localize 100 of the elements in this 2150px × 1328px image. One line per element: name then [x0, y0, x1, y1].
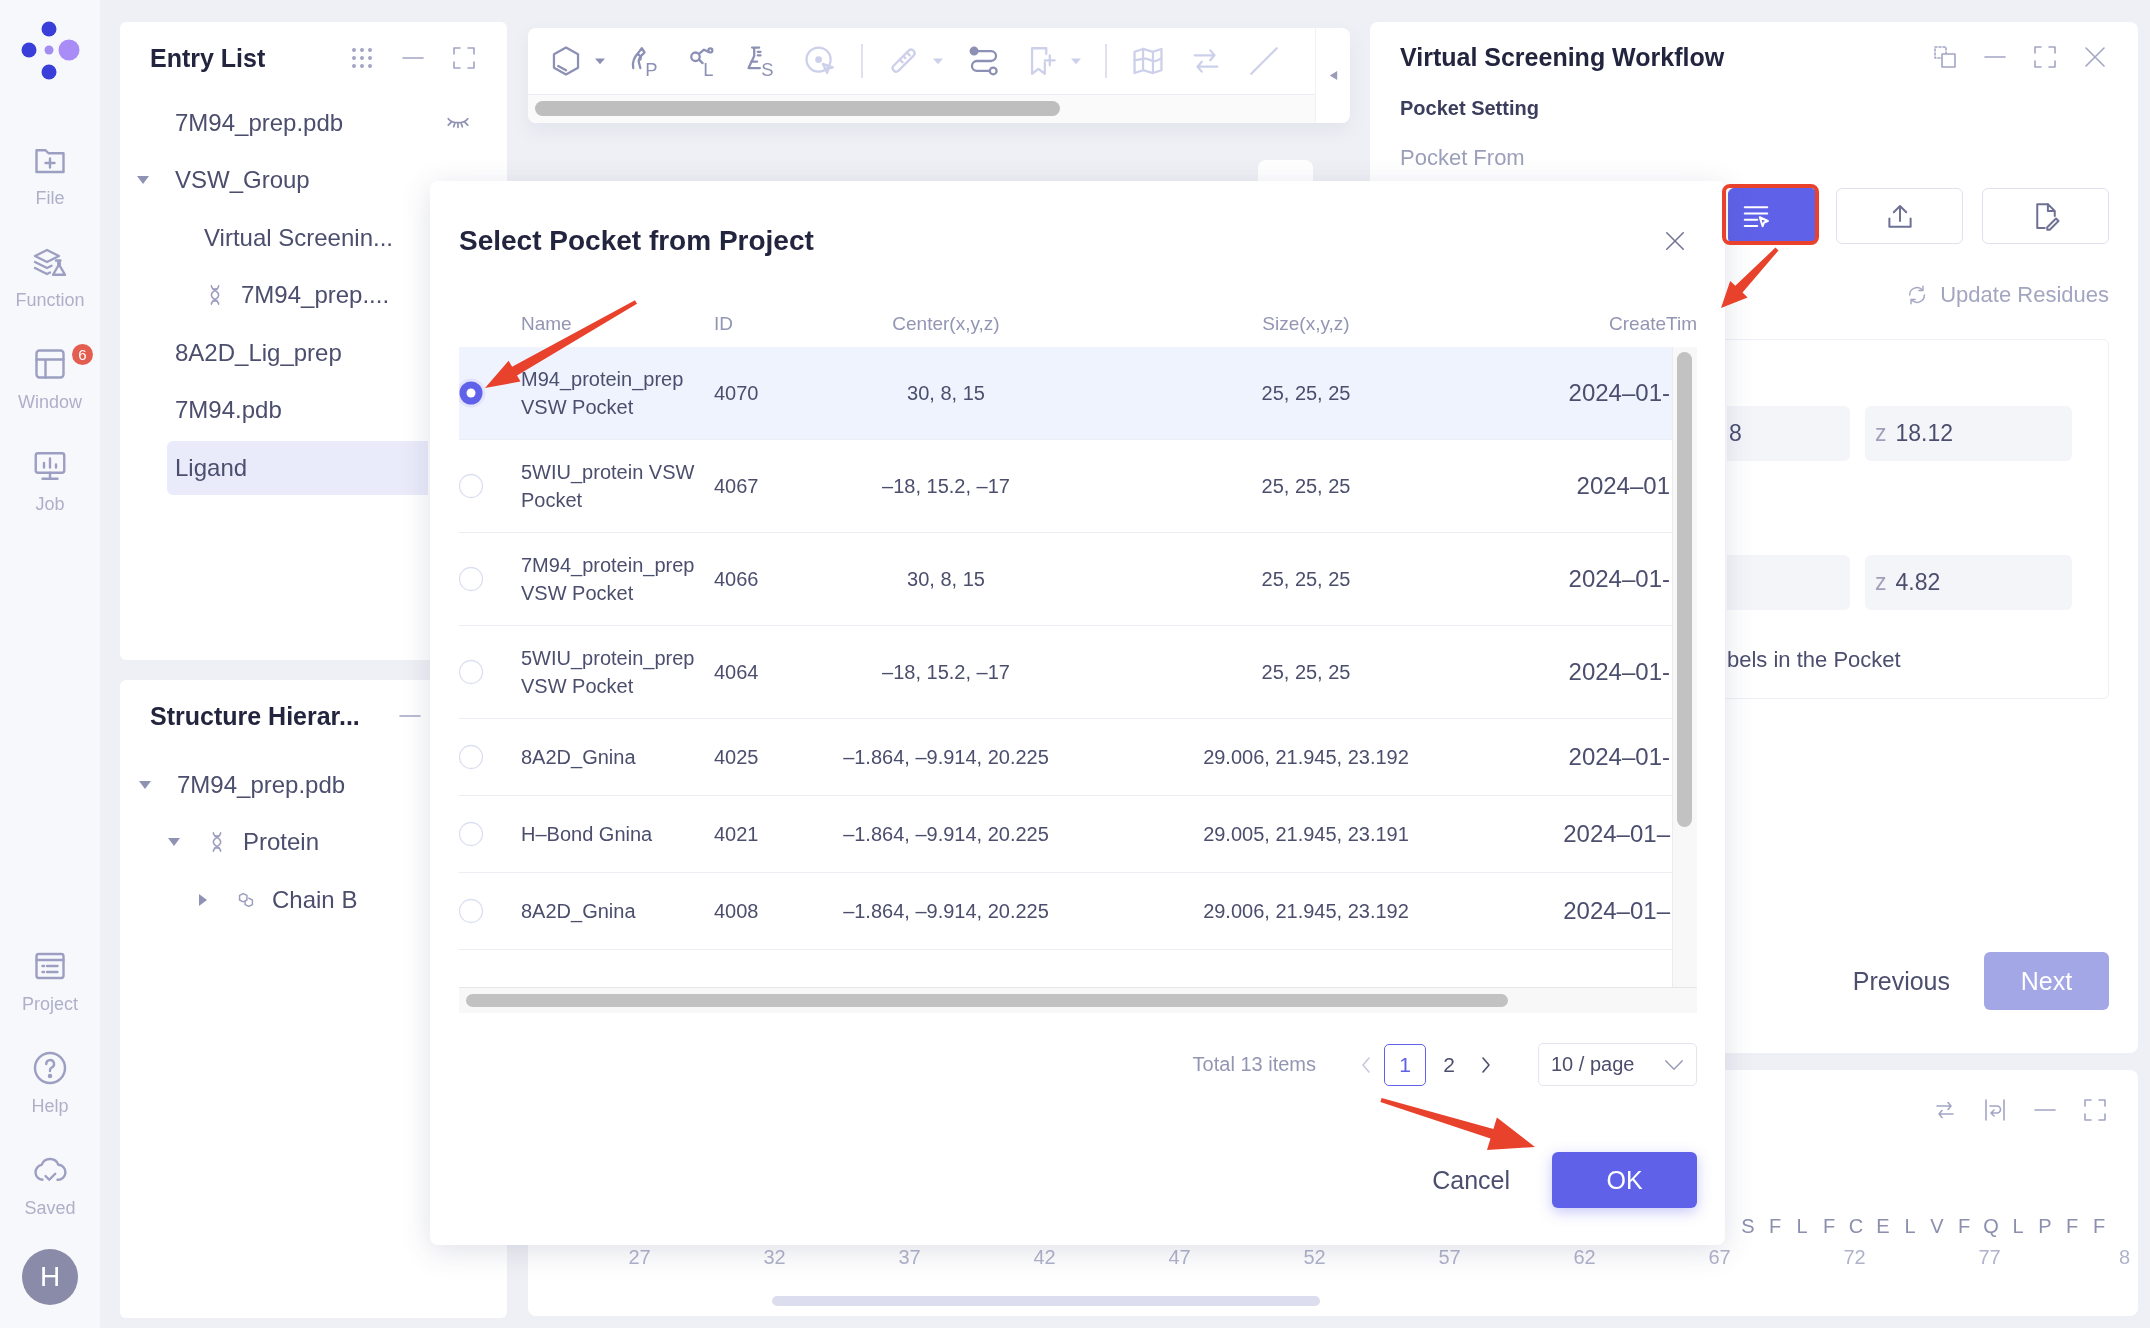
- table-row[interactable]: M94_protein_prep VSW Pocket 4070 30, 8, 15 25, 25, 25 2024–01-: [459, 347, 1672, 440]
- sidebar-item[interactable]: Function: [15, 244, 85, 311]
- residue-letter[interactable]: F: [2058, 1214, 2086, 1238]
- residue-letter[interactable]: E: [1869, 1214, 1897, 1238]
- table-cell-text: 25, 25, 25: [1260, 474, 1352, 499]
- fullscreen-icon[interactable]: [452, 46, 476, 70]
- source-option[interactable]: [1728, 188, 1817, 244]
- tree-item[interactable]: Ligand: [167, 440, 428, 495]
- tree-item[interactable]: Virtual Screenin...: [196, 210, 428, 265]
- tree-item[interactable]: Chain B: [227, 872, 428, 927]
- table-cell-text: 5WIU_protein VSW Pocket: [521, 460, 696, 513]
- table-row[interactable]: 8A2D_Gnina 4025 –1.864, –9.914, 20.225 29.006, 21.945, 23.192 2024–01-: [459, 719, 1672, 796]
- residue-letter[interactable]: L: [1896, 1214, 1924, 1238]
- radio-button[interactable]: [459, 819, 486, 849]
- residue-letter[interactable]: L: [1788, 1214, 1816, 1238]
- copy-window-icon[interactable]: [1933, 45, 1957, 69]
- scrollbar[interactable]: [772, 1296, 1320, 1306]
- table-cell-text: 25, 25, 25: [1260, 660, 1352, 685]
- residue-letter[interactable]: F: [2085, 1214, 2113, 1238]
- tree-item[interactable]: Protein: [198, 815, 428, 870]
- coordinate-field[interactable]: 8: [1727, 406, 1850, 461]
- coordinate-field[interactable]: z 18.12: [1865, 406, 2072, 461]
- ruler-number: 37: [897, 1245, 922, 1269]
- drag-dots-icon[interactable]: [350, 46, 374, 70]
- residue-letter[interactable]: S: [1734, 1214, 1762, 1238]
- annotation-arrow: [1721, 247, 1779, 308]
- scrollbar[interactable]: [1677, 352, 1692, 827]
- ok-button[interactable]: OK: [1552, 1152, 1697, 1208]
- page-number[interactable]: 2: [1428, 1043, 1470, 1086]
- radio-button[interactable]: [459, 742, 486, 772]
- table-row[interactable]: H–Bond Gnina 4021 –1.864, –9.914, 20.225 29.005, 21.945, 23.191 2024–01–: [459, 796, 1672, 873]
- tree-item[interactable]: 7M94_prep....: [196, 268, 428, 323]
- table-cell-text: –1.864, –9.914, 20.225: [842, 899, 1050, 924]
- scrollbar[interactable]: [535, 101, 1060, 116]
- radio-button[interactable]: [459, 564, 486, 594]
- sidebar-item[interactable]: Help: [31, 1050, 69, 1117]
- residue-letter[interactable]: C: [1842, 1214, 1870, 1238]
- ruler-number: 42: [1032, 1245, 1057, 1269]
- caret-down-icon[interactable]: [595, 56, 605, 66]
- ruler-number: 8: [2117, 1245, 2132, 1269]
- table-cell-text: 4070: [714, 381, 760, 406]
- close-icon[interactable]: [1664, 230, 1686, 252]
- sidebar-item[interactable]: File: [32, 142, 68, 209]
- coordinate-field[interactable]: [1727, 555, 1850, 610]
- sidebar-item[interactable]: Project: [22, 948, 78, 1015]
- table-cell-text: –1.864, –9.914, 20.225: [842, 745, 1050, 770]
- table-cell-text: 8A2D_Gnina: [521, 899, 637, 925]
- table-row[interactable]: 8A2D_Gnina 4008 –1.864, –9.914, 20.225 29.006, 21.945, 23.192 2024–01–: [459, 873, 1672, 950]
- close-icon[interactable]: [2083, 45, 2107, 69]
- table-cell-text: –18, 15.2, –17: [881, 660, 1011, 685]
- wrap-lines-icon[interactable]: [1983, 1098, 2007, 1122]
- tree-item[interactable]: 7M94_prep.pdb: [167, 95, 428, 150]
- collapse-arrow-icon[interactable]: [1327, 70, 1339, 81]
- viewer-tool-button[interactable]: [1258, 160, 1313, 181]
- tree-item[interactable]: VSW_Group: [167, 153, 428, 208]
- ruler-number: 47: [1167, 1245, 1192, 1269]
- residue-letter[interactable]: F: [1761, 1214, 1789, 1238]
- radio-button[interactable]: [459, 896, 486, 926]
- sidebar-item[interactable]: Saved: [24, 1152, 76, 1219]
- table-cell-text: 2024–01–: [1562, 820, 1671, 848]
- radio-button[interactable]: [459, 378, 486, 408]
- tree-item[interactable]: 7M94_prep.pdb: [169, 757, 428, 812]
- scrollbar[interactable]: [466, 994, 1508, 1007]
- residue-letter[interactable]: F: [1950, 1214, 1978, 1238]
- residue-letter[interactable]: P: [2031, 1214, 2059, 1238]
- previous-action[interactable]: Previous: [1834, 952, 1968, 1010]
- total-count: Total 13 items: [1192, 1053, 1316, 1076]
- radio-button[interactable]: [459, 657, 486, 687]
- connector-icon[interactable]: [967, 44, 1001, 78]
- radio-button[interactable]: [459, 471, 486, 501]
- table-cell-text: 7M94_protein_prep VSW Pocket: [521, 553, 696, 606]
- sidebar-item[interactable]: Job: [32, 448, 68, 515]
- table-cell-text: 8A2D_Gnina: [521, 745, 637, 771]
- table-cell-text: 2024–01: [1575, 472, 1671, 500]
- cancel-action[interactable]: Cancel: [1411, 1152, 1531, 1208]
- field-label: Pocket From: [1400, 145, 1526, 171]
- table-cell-text: 4021: [714, 822, 760, 847]
- ruler-number: 77: [1977, 1245, 2002, 1269]
- table-cell-text: 4064: [714, 660, 760, 685]
- fullscreen-icon[interactable]: [2033, 45, 2057, 69]
- table-cell-text: H–Bond Gnina: [521, 822, 654, 847]
- residue-letter[interactable]: L: [2004, 1214, 2032, 1238]
- tree-item[interactable]: 8A2D_Lig_prep: [167, 325, 428, 380]
- tree-item[interactable]: 7M94.pdb: [167, 383, 428, 438]
- residue-letter[interactable]: V: [1923, 1214, 1951, 1238]
- residue-letter[interactable]: Q: [1977, 1214, 2005, 1238]
- caret-down-icon[interactable]: [139, 778, 151, 791]
- section-heading: Pocket Setting: [1400, 96, 1540, 121]
- page-number[interactable]: 1: [1384, 1043, 1426, 1086]
- ruler-number: 67: [1707, 1245, 1732, 1269]
- chevron-down-icon: [1664, 1058, 1684, 1071]
- fullscreen-icon[interactable]: [2083, 1098, 2107, 1122]
- table-cell-text: 30, 8, 15: [906, 567, 986, 592]
- residue-letter[interactable]: F: [1815, 1214, 1843, 1238]
- table-cell-text: 2024–01-: [1567, 565, 1671, 593]
- caret-right-icon[interactable]: [197, 893, 209, 906]
- user-avatar[interactable]: H: [22, 1249, 78, 1305]
- page-size-select[interactable]: 10 / page: [1538, 1043, 1697, 1086]
- coordinate-field[interactable]: z 4.82: [1865, 555, 2072, 610]
- table-cell-text: 4025: [714, 745, 760, 770]
